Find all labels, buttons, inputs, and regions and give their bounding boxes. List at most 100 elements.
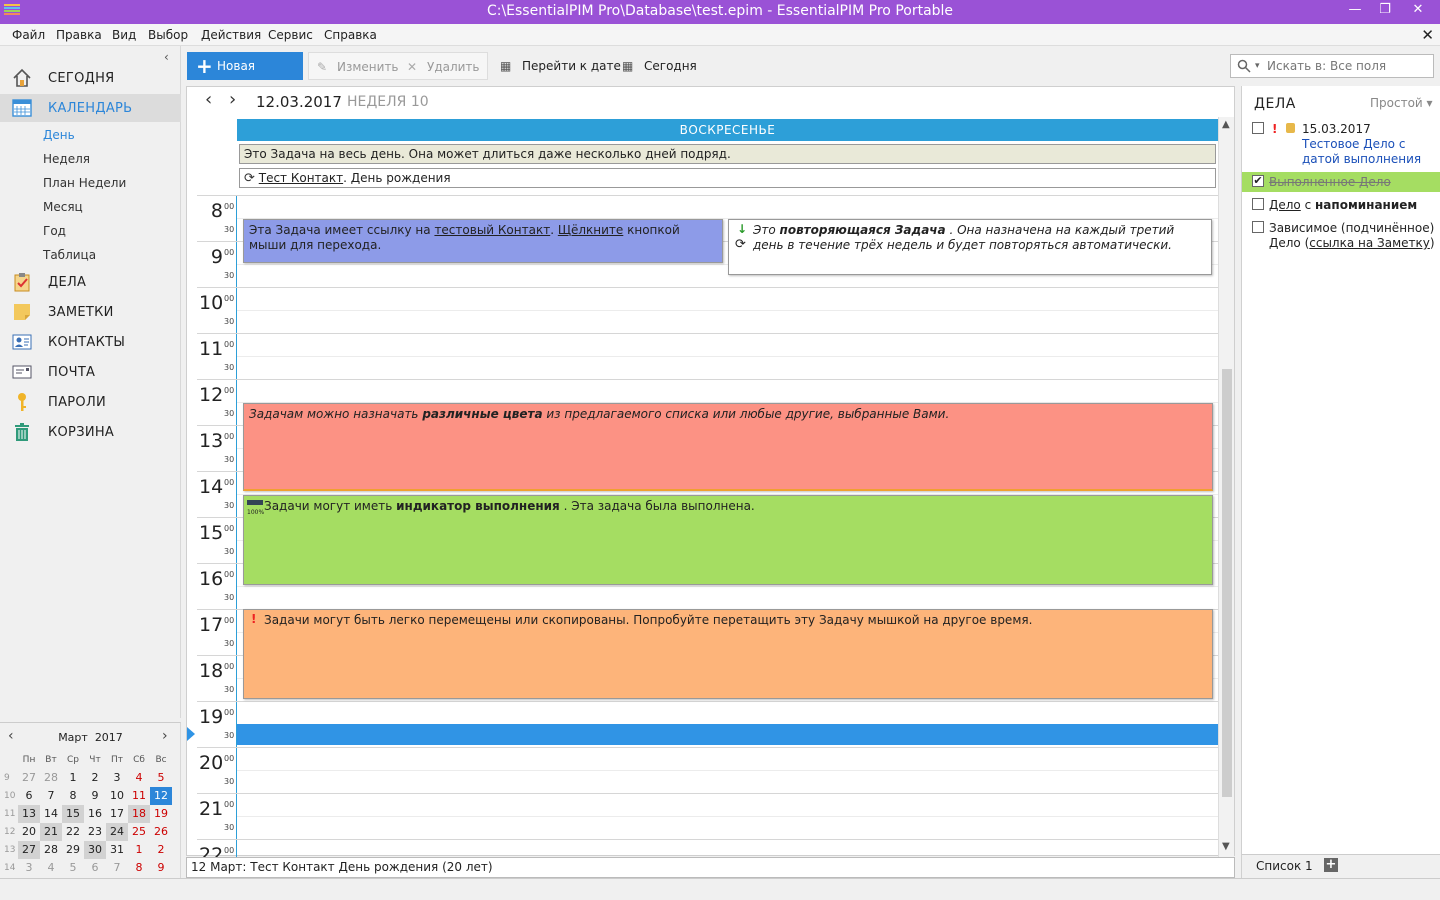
- mini-cal-day[interactable]: 1: [62, 769, 84, 787]
- view-week[interactable]: Неделя: [43, 152, 90, 166]
- mini-cal-day[interactable]: 17: [106, 805, 128, 823]
- mini-cal-day[interactable]: 18: [128, 805, 150, 823]
- mini-cal-day[interactable]: 20: [18, 823, 40, 841]
- search-dropdown-icon[interactable]: ▾: [1255, 55, 1260, 77]
- nav-calendar[interactable]: КАЛЕНДАРЬ: [0, 94, 181, 122]
- mini-cal-day[interactable]: 31: [106, 841, 128, 859]
- view-year[interactable]: Год: [43, 224, 66, 238]
- scroll-up-icon[interactable]: ▲: [1222, 119, 1230, 130]
- goto-date-button[interactable]: ▦ Перейти к дате: [500, 52, 621, 80]
- tasks-view-selector[interactable]: Простой ▾: [1370, 96, 1433, 110]
- mini-cal-day[interactable]: 1: [128, 841, 150, 859]
- menu-help[interactable]: Справка: [324, 28, 377, 42]
- draggable-event[interactable]: ! Задачи могут быть легко перемещены или…: [243, 609, 1213, 699]
- mini-cal-day[interactable]: 4: [128, 769, 150, 787]
- nav-passwords[interactable]: ПАРОЛИ: [0, 388, 181, 416]
- today-button[interactable]: ▦ Сегодня: [622, 52, 697, 80]
- mini-cal-day[interactable]: 6: [18, 787, 40, 805]
- birthday-event[interactable]: ⟳ Тест Контакт. День рождения: [239, 168, 1216, 188]
- menu-file[interactable]: Файл: [12, 28, 45, 42]
- color-event[interactable]: Задачам можно назначать различные цвета …: [243, 403, 1213, 491]
- minimize-button[interactable]: —: [1340, 0, 1370, 22]
- mini-cal-day[interactable]: 26: [150, 823, 172, 841]
- allday-event[interactable]: Это Задача на весь день. Она может длить…: [239, 144, 1216, 164]
- new-task-button[interactable]: + Новая Задача: [187, 52, 303, 101]
- click-link[interactable]: Щёлкните: [558, 223, 623, 237]
- progress-event[interactable]: 100% Задачи могут иметь индикатор выполн…: [243, 495, 1213, 585]
- nav-contacts[interactable]: КОНТАКТЫ: [0, 328, 181, 356]
- task-checkbox[interactable]: [1252, 122, 1264, 134]
- task-checkbox-checked[interactable]: ✔: [1252, 175, 1264, 187]
- mini-cal-day[interactable]: 9: [84, 787, 106, 805]
- scrollbar-thumb[interactable]: [1222, 369, 1232, 797]
- mini-cal-day[interactable]: 7: [106, 859, 128, 877]
- mini-cal-day[interactable]: 3: [106, 769, 128, 787]
- mini-cal-next-button[interactable]: ›: [162, 728, 168, 744]
- mini-cal-day[interactable]: 27: [18, 769, 40, 787]
- mini-cal-today[interactable]: 12: [150, 787, 172, 805]
- mini-cal-day[interactable]: 22: [62, 823, 84, 841]
- task-item[interactable]: Дело с напоминанием: [1242, 198, 1440, 216]
- scroll-down-icon[interactable]: ▼: [1222, 841, 1230, 852]
- contact-link[interactable]: Тест Контакт: [259, 171, 343, 185]
- mini-cal-day[interactable]: 16: [84, 805, 106, 823]
- mini-cal-day[interactable]: 13: [18, 805, 40, 823]
- menu-view[interactable]: Вид: [112, 28, 136, 42]
- nav-today[interactable]: СЕГОДНЯ: [0, 64, 181, 92]
- view-day[interactable]: День: [43, 128, 75, 142]
- mini-cal-day[interactable]: 30: [84, 841, 106, 859]
- mini-cal-day[interactable]: 9: [150, 859, 172, 877]
- mini-cal-day[interactable]: 7: [40, 787, 62, 805]
- recurring-event[interactable]: ↓ ⟳ Это повторяющаяся Задача . Она назна…: [728, 219, 1212, 275]
- view-table[interactable]: Таблица: [43, 248, 96, 262]
- menu-edit[interactable]: Правка: [56, 28, 102, 42]
- mini-cal-day[interactable]: 24: [106, 823, 128, 841]
- task-checkbox[interactable]: [1252, 221, 1264, 233]
- mini-cal-day[interactable]: 19: [150, 805, 172, 823]
- task-item[interactable]: ! 15.03.2017 Тестовое Дело с датой выпол…: [1242, 122, 1440, 168]
- menu-actions[interactable]: Действия: [201, 28, 261, 42]
- task-checkbox[interactable]: [1252, 198, 1264, 210]
- view-week-plan[interactable]: План Недели: [43, 176, 126, 190]
- note-link[interactable]: ссылка на Заметку: [1309, 236, 1430, 250]
- mini-cal-day[interactable]: 27: [18, 841, 40, 859]
- mini-cal-day[interactable]: 14: [40, 805, 62, 823]
- nav-mail[interactable]: ПОЧТА: [0, 358, 181, 386]
- edit-button[interactable]: Изменить: [337, 53, 399, 81]
- mini-cal-day[interactable]: 5: [150, 769, 172, 787]
- add-list-button[interactable]: +: [1324, 858, 1338, 872]
- restore-button[interactable]: ❐: [1370, 0, 1400, 22]
- tab-list-1[interactable]: Список 1: [1256, 859, 1313, 873]
- view-month[interactable]: Месяц: [43, 200, 83, 214]
- search-input[interactable]: ▾ Искать в: Все поля: [1230, 54, 1434, 78]
- menu-select[interactable]: Выбор: [148, 28, 188, 42]
- timeline-scrollbar[interactable]: ▲ ▼: [1218, 117, 1234, 857]
- mini-cal-day[interactable]: 10: [106, 787, 128, 805]
- collapse-nav-button[interactable]: ‹: [164, 50, 169, 64]
- nav-trash[interactable]: КОРЗИНА: [0, 418, 181, 446]
- linked-contact-event[interactable]: Эта Задача имеет ссылку на тестовый Конт…: [243, 219, 723, 263]
- nav-notes[interactable]: ЗАМЕТКИ: [0, 298, 181, 326]
- contact-link[interactable]: тестовый Контакт: [434, 223, 550, 237]
- mini-cal-day[interactable]: 4: [40, 859, 62, 877]
- mini-cal-day[interactable]: 28: [40, 841, 62, 859]
- mini-cal-day[interactable]: 8: [62, 787, 84, 805]
- mini-cal-day[interactable]: 11: [128, 787, 150, 805]
- mini-cal-day[interactable]: 28: [40, 769, 62, 787]
- mini-cal-day[interactable]: 25: [128, 823, 150, 841]
- mini-cal-day[interactable]: 5: [62, 859, 84, 877]
- prev-day-button[interactable]: ‹: [205, 89, 212, 110]
- completed-task-item[interactable]: ✔ Выполненное Дело: [1242, 172, 1440, 192]
- task-item[interactable]: Зависимое (подчинённое) Дело (ссылка на …: [1242, 221, 1440, 253]
- close-window-button[interactable]: ✕: [1403, 0, 1433, 22]
- nav-tasks[interactable]: ДЕЛА: [0, 268, 181, 296]
- mini-cal-day[interactable]: 21: [40, 823, 62, 841]
- mini-cal-day[interactable]: 15: [62, 805, 84, 823]
- mini-cal-day[interactable]: 2: [150, 841, 172, 859]
- menu-service[interactable]: Сервис: [268, 28, 313, 42]
- close-document-icon[interactable]: ✕: [1421, 26, 1434, 44]
- delete-button[interactable]: Удалить: [427, 53, 480, 81]
- mini-cal-day[interactable]: 8: [128, 859, 150, 877]
- mini-cal-day[interactable]: 29: [62, 841, 84, 859]
- mini-cal-day[interactable]: 23: [84, 823, 106, 841]
